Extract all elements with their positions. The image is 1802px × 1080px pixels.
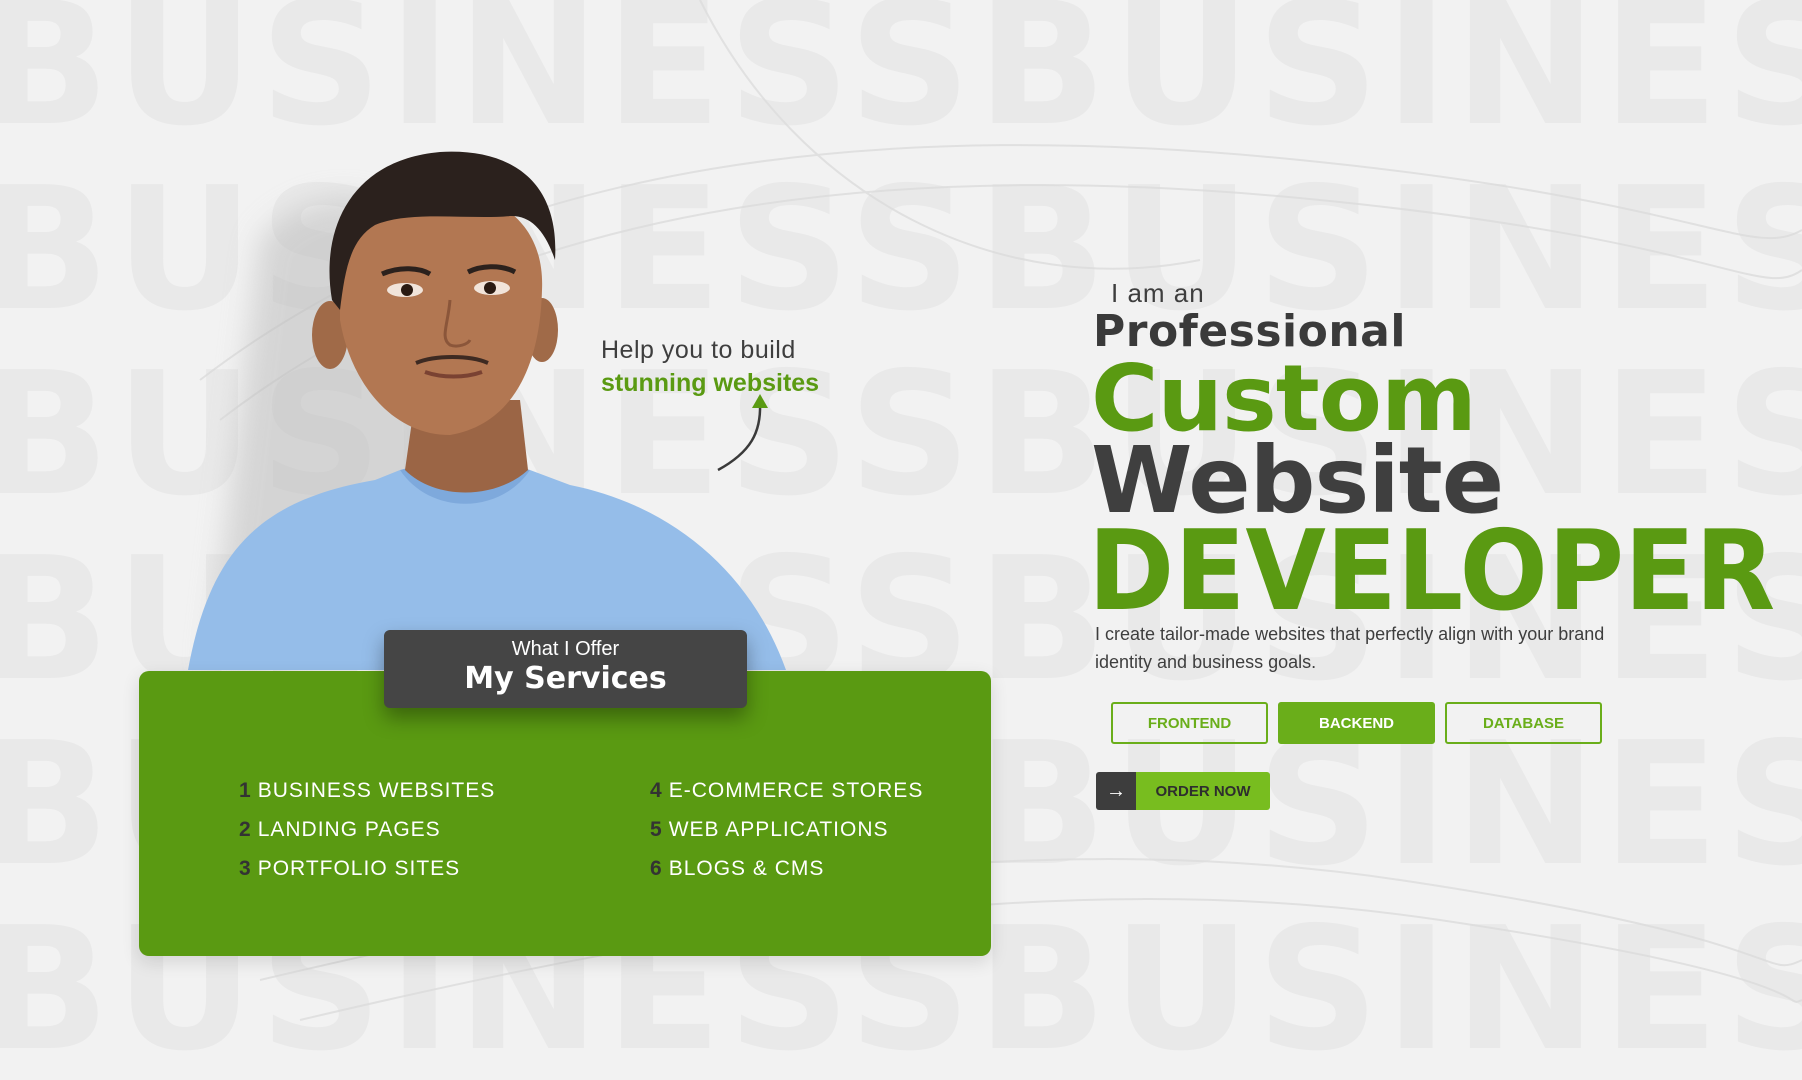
service-label: BLOGS & CMS	[668, 856, 825, 880]
service-item: 6 BLOGS & CMS	[650, 849, 923, 888]
service-number: 3	[239, 856, 252, 880]
service-number: 6	[650, 856, 663, 880]
service-label: WEB APPLICATIONS	[668, 817, 889, 841]
services-list-right: 4 E-COMMERCE STORES 5 WEB APPLICATIONS 6…	[650, 771, 923, 888]
hero-intro: I am an	[1111, 278, 1205, 308]
tag-backend[interactable]: BACKEND	[1278, 702, 1435, 744]
service-item: 1 BUSINESS WEBSITES	[239, 771, 495, 810]
order-now-button[interactable]: → ORDER NOW	[1096, 772, 1270, 810]
tagline-line-2: stunning websites	[601, 369, 820, 397]
tagline-line-1: Help you to build	[601, 336, 796, 364]
service-label: PORTFOLIO SITES	[257, 856, 461, 880]
service-number: 5	[650, 817, 663, 841]
hero-line-developer: DEVELOPER	[1088, 506, 1776, 636]
service-number: 1	[239, 778, 252, 802]
service-item: 2 LANDING PAGES	[239, 810, 495, 849]
services-title: My Services	[464, 661, 667, 696]
service-number: 2	[239, 817, 252, 841]
curved-arrow-icon	[717, 394, 768, 472]
order-now-label: ORDER NOW	[1136, 772, 1270, 810]
service-label: E-COMMERCE STORES	[668, 778, 924, 802]
services-list-left: 1 BUSINESS WEBSITES 2 LANDING PAGES 3 PO…	[239, 771, 495, 888]
services-tab: What I Offer My Services	[384, 630, 747, 708]
service-label: LANDING PAGES	[257, 817, 441, 841]
skill-tags: FRONTEND BACKEND DATABASE	[1111, 702, 1602, 744]
tagline: Help you to build stunning websites	[601, 336, 819, 398]
service-label: BUSINESS WEBSITES	[257, 778, 496, 802]
profile-photo	[188, 151, 786, 670]
arrow-right-icon: →	[1096, 772, 1136, 810]
tag-frontend[interactable]: FRONTEND	[1111, 702, 1268, 744]
tag-database[interactable]: DATABASE	[1445, 702, 1602, 744]
services-subtitle: What I Offer	[511, 638, 620, 660]
service-item: 5 WEB APPLICATIONS	[650, 810, 923, 849]
hero-description: I create tailor-made websites that perfe…	[1095, 624, 1605, 672]
service-item: 3 PORTFOLIO SITES	[239, 849, 495, 888]
service-item: 4 E-COMMERCE STORES	[650, 771, 923, 810]
service-number: 4	[650, 778, 663, 802]
